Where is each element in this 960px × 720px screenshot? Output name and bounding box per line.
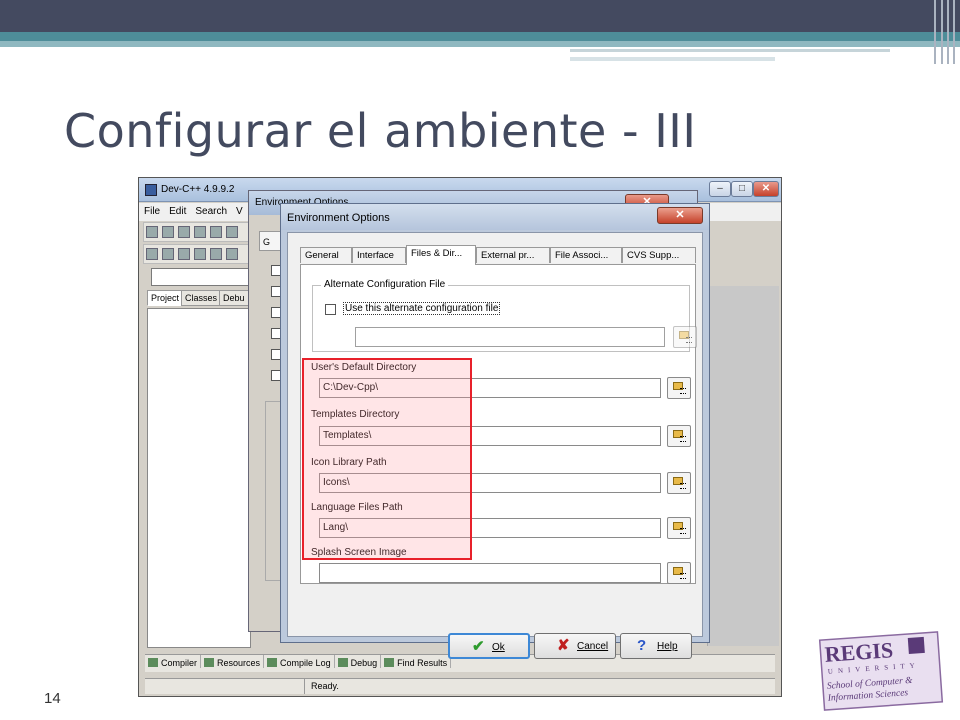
slide-header-vline	[941, 0, 943, 64]
slide-header-vline	[953, 0, 955, 64]
tab-files-dirs[interactable]: Files & Dir...	[406, 245, 476, 265]
open-file-icon[interactable]	[194, 226, 206, 238]
menu-view[interactable]: V	[231, 203, 247, 217]
find-results-icon	[384, 658, 395, 667]
slide-header-bar	[0, 0, 960, 32]
cross-icon: ✘	[557, 637, 570, 654]
check-icon[interactable]	[210, 248, 222, 260]
close-button[interactable]: ✕	[753, 181, 779, 197]
alternate-config-input[interactable]	[355, 327, 665, 347]
menu-edit[interactable]: Edit	[164, 203, 190, 217]
status-bar: Ready.	[145, 678, 775, 694]
alternate-config-checkbox-label[interactable]: Use this alternate configuration file	[343, 302, 501, 315]
tab-general[interactable]: General	[300, 247, 352, 263]
logo-name: REGIS	[824, 637, 894, 667]
debug-check-icon	[337, 658, 348, 667]
status-segment	[145, 679, 305, 694]
cancel-button[interactable]: ✘ Cancel	[534, 633, 616, 659]
menu-file[interactable]: File	[139, 203, 164, 217]
dialog-close-button[interactable]: ✕	[657, 207, 703, 224]
alternate-config-browse-button[interactable]	[673, 326, 697, 348]
new-file-icon[interactable]	[178, 226, 190, 238]
project-panel[interactable]	[147, 308, 251, 648]
slide-header-accent	[0, 32, 960, 41]
help-button[interactable]: ? Help	[620, 633, 692, 659]
tab-cvs-support[interactable]: CVS Supp...	[622, 247, 696, 263]
alternate-config-legend: Alternate Configuration File	[321, 279, 449, 290]
compile-log-icon	[267, 658, 278, 667]
splash-image-browse-button[interactable]	[667, 562, 691, 584]
tab-compile-log[interactable]: Compile Log	[264, 655, 335, 668]
minimize-button[interactable]: –	[709, 181, 731, 197]
debug-icon[interactable]	[226, 248, 238, 260]
save-icon[interactable]	[210, 226, 222, 238]
regis-university-logo: REGIS UNIVERSITY School of Computer & In…	[818, 631, 944, 711]
close-file-icon[interactable]	[226, 226, 238, 238]
alternate-config-group: Alternate Configuration File Use this al…	[312, 279, 697, 352]
slide-title: Configurar el ambiente - III	[64, 104, 697, 158]
tab-external-programs[interactable]: External pr...	[476, 247, 550, 263]
tab-find-results[interactable]: Find Results	[381, 655, 452, 668]
resources-icon	[204, 658, 215, 667]
tab-resources[interactable]: Resources	[201, 655, 265, 668]
user-default-dir-browse-button[interactable]	[667, 377, 691, 399]
dialog-tabs: General Interface Files & Dir... Externa…	[300, 245, 696, 265]
compiler-icon	[148, 658, 158, 667]
grid-icon[interactable]	[146, 248, 158, 260]
checkmark-icon: ✔	[472, 638, 485, 655]
class-browser-icon[interactable]	[162, 226, 174, 238]
status-text: Ready.	[311, 681, 339, 691]
maximize-button[interactable]: □	[731, 181, 753, 197]
tab-project[interactable]: Project	[147, 290, 184, 306]
editor-area	[707, 286, 779, 646]
slide-header-rule	[570, 57, 775, 61]
tab-file-associations[interactable]: File Associ...	[550, 247, 622, 263]
project-tabs: Project Classes Debu	[147, 290, 249, 308]
slide-number: 14	[44, 690, 61, 707]
toolbar-row-2	[143, 244, 253, 264]
question-mark-icon: ?	[637, 637, 647, 654]
tab-compiler[interactable]: Compiler	[145, 655, 202, 668]
tab-interface[interactable]: Interface	[352, 247, 406, 263]
devcpp-window-title: Dev-C++ 4.9.9.2	[161, 184, 235, 195]
language-files-browse-button[interactable]	[667, 517, 691, 539]
run-icon[interactable]	[178, 248, 190, 260]
icon-library-browse-button[interactable]	[667, 472, 691, 494]
alternate-config-checkbox[interactable]	[325, 304, 336, 315]
templates-dir-browse-button[interactable]	[667, 425, 691, 447]
slide-header-accent-light	[0, 41, 960, 47]
slide-header-vline	[947, 0, 949, 64]
ok-button[interactable]: ✔ Ok	[448, 633, 530, 659]
tab-classes[interactable]: Classes	[181, 290, 222, 306]
highlight-box	[302, 358, 472, 560]
rebuild-icon[interactable]	[194, 248, 206, 260]
tab-debug-bottom[interactable]: Debug	[335, 655, 382, 668]
slide-header-rule	[570, 49, 890, 52]
open-project-icon[interactable]	[146, 226, 158, 238]
splash-image-input[interactable]	[319, 563, 661, 583]
menu-search[interactable]: Search	[190, 203, 231, 217]
dialog-title: Environment Options	[281, 204, 709, 230]
toolbar-row-1	[143, 222, 253, 242]
tab-debug[interactable]: Debu	[219, 290, 249, 306]
class-combo[interactable]	[151, 268, 251, 286]
compile-icon[interactable]	[162, 248, 174, 260]
slide-header-vline	[934, 0, 936, 64]
devcpp-app-icon	[145, 184, 157, 196]
